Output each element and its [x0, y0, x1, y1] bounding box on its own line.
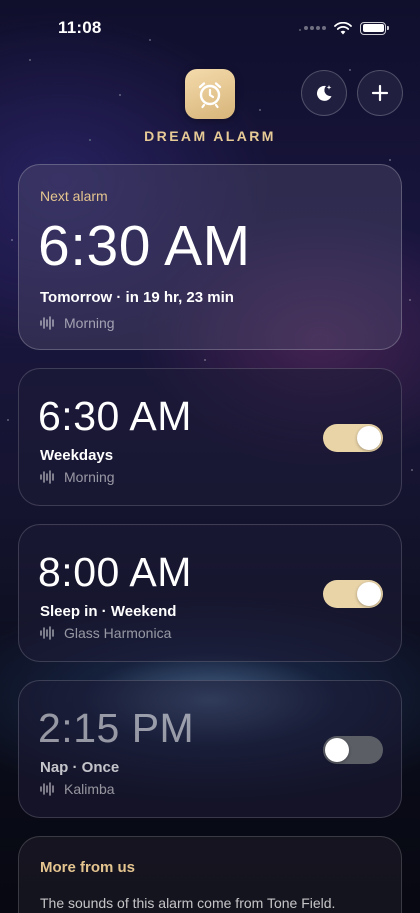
- alarm-time: 2:15 PM: [38, 705, 195, 751]
- toggle-knob: [357, 582, 381, 606]
- sound-name: Morning: [64, 315, 115, 331]
- alarm-clock-icon: [185, 69, 235, 119]
- battery-icon: [360, 21, 389, 35]
- sound-name: Glass Harmonica: [64, 625, 172, 641]
- alarm-sound: Kalimba: [40, 781, 115, 797]
- signal-dots-icon: [304, 26, 326, 30]
- waveform-icon: [40, 316, 54, 330]
- sound-name: Morning: [64, 469, 115, 485]
- more-from-us-card[interactable]: More from us The sounds of this alarm co…: [18, 836, 402, 913]
- status-icons: [304, 21, 389, 35]
- wifi-icon: [334, 21, 352, 34]
- next-alarm-countdown: Tomorrow · in 19 hr, 23 min: [40, 289, 234, 306]
- alarm-card[interactable]: 8:00 AM Sleep in · Weekend Glass Harmoni…: [18, 524, 402, 662]
- alarm-card[interactable]: 6:30 AM Weekdays Morning: [18, 368, 402, 506]
- waveform-icon: [40, 470, 54, 484]
- next-alarm-card[interactable]: Next alarm 6:30 AM Tomorrow · in 19 hr, …: [18, 164, 402, 350]
- plus-icon: [371, 84, 389, 102]
- alarm-repeat: Nap · Once: [40, 759, 120, 776]
- toggle-knob: [325, 738, 349, 762]
- next-alarm-label: Next alarm: [40, 188, 108, 204]
- toggle-knob: [357, 426, 381, 450]
- waveform-icon: [40, 782, 54, 796]
- alarm-card[interactable]: 2:15 PM Nap · Once Kalimba: [18, 680, 402, 818]
- moon-stars-icon: [316, 85, 332, 101]
- next-alarm-sound: Morning: [40, 315, 115, 331]
- more-text: The sounds of this alarm come from Tone …: [40, 895, 336, 911]
- bedtime-button[interactable]: [301, 70, 347, 116]
- waveform-icon: [40, 626, 54, 640]
- add-alarm-button[interactable]: [357, 70, 403, 116]
- alarm-time: 6:30 AM: [38, 393, 192, 439]
- next-alarm-time: 6:30 AM: [38, 214, 251, 278]
- alarm-repeat: Weekdays: [40, 447, 114, 464]
- alarm-toggle[interactable]: [323, 736, 383, 764]
- sound-name: Kalimba: [64, 781, 115, 797]
- more-title: More from us: [40, 859, 136, 876]
- alarm-repeat: Sleep in · Weekend: [40, 603, 177, 620]
- alarm-sound: Morning: [40, 469, 115, 485]
- alarm-time: 8:00 AM: [38, 549, 192, 595]
- status-bar: 11:08: [0, 0, 420, 56]
- app-title: DREAM ALARM: [144, 128, 276, 144]
- alarm-sound: Glass Harmonica: [40, 625, 171, 641]
- alarm-toggle[interactable]: [323, 580, 383, 608]
- alarm-toggle[interactable]: [323, 424, 383, 452]
- status-time: 11:08: [58, 18, 102, 37]
